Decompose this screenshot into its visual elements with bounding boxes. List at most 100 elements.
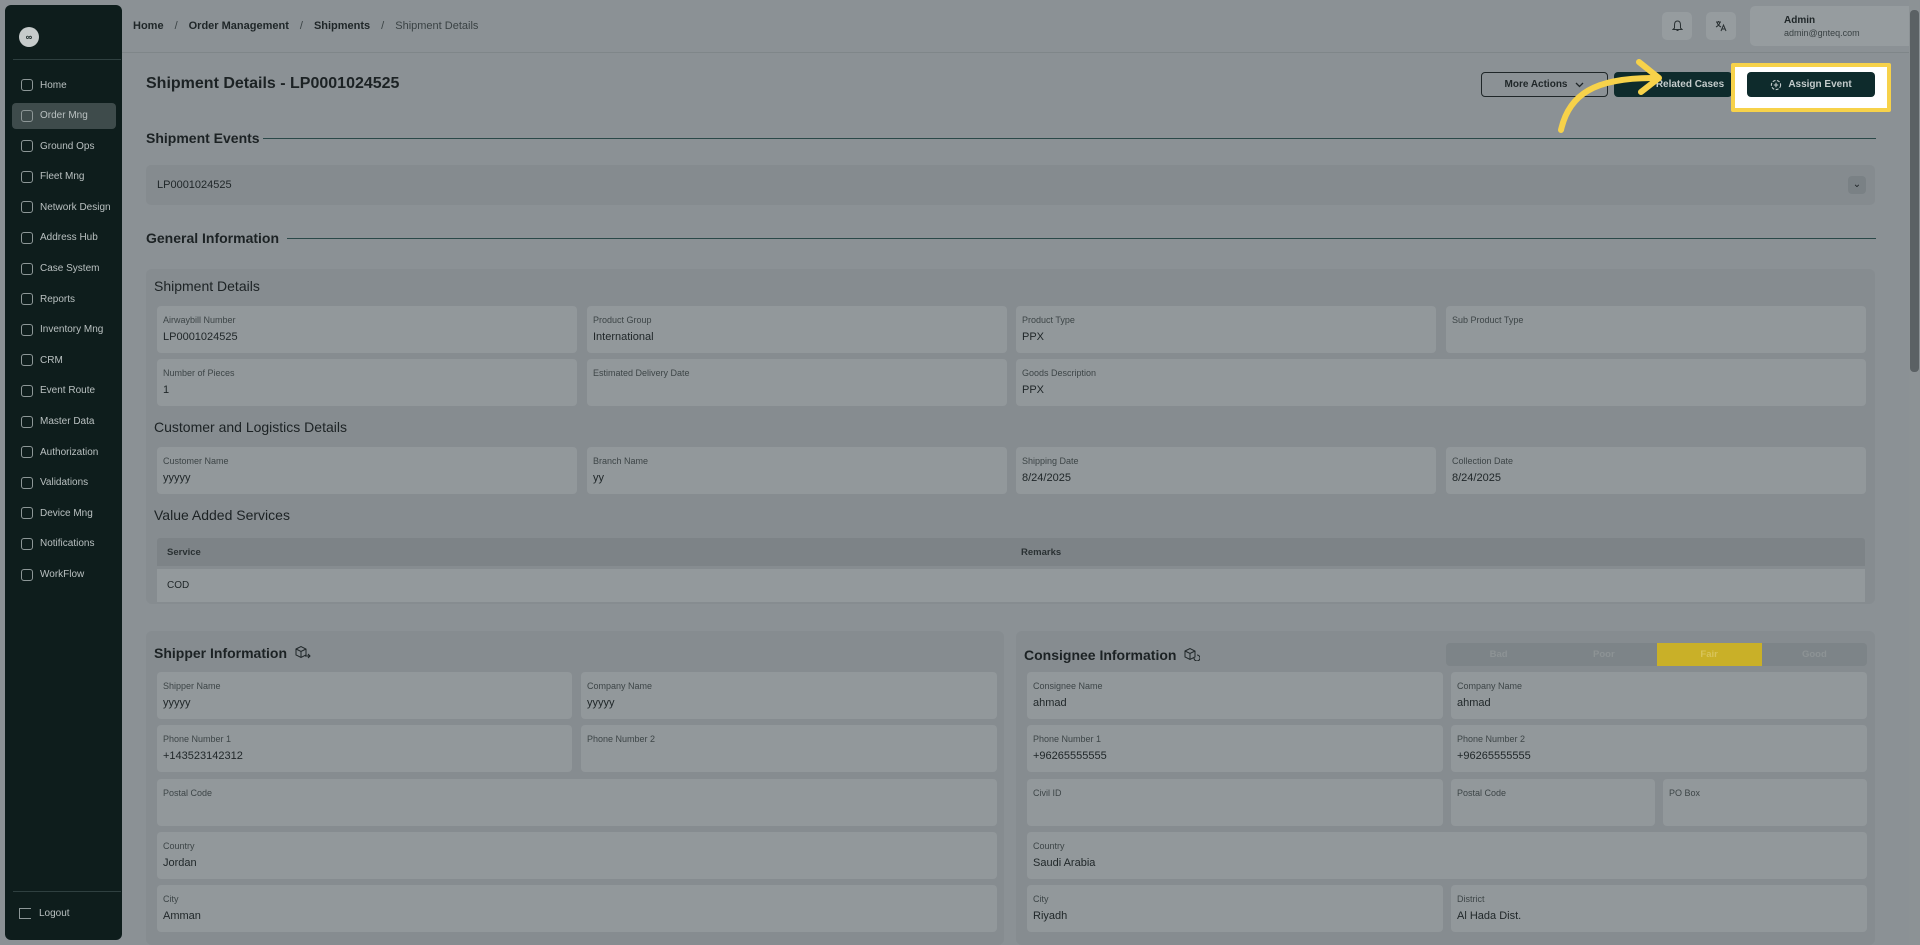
- field-value: ahmad: [1033, 697, 1067, 709]
- field-label: City: [1033, 894, 1049, 904]
- sidebar-item-icon: [21, 507, 33, 520]
- sidebar: ∞ Home Order Mng Ground Ops Fleet Mng Networ…: [5, 5, 122, 940]
- shipper-information-title: Shipper Information: [154, 645, 287, 661]
- field-value: Al Hada Dist.: [1457, 910, 1522, 922]
- sidebar-item-label: Authorization: [40, 446, 99, 458]
- sidebar-item-label: Network Design: [40, 201, 111, 213]
- breadcrumb: Home / Order Management / Shipments / Sh…: [133, 20, 478, 32]
- sidebar-item-authorization[interactable]: Authorization: [12, 439, 116, 465]
- sidebar-item-label: Order Mng: [40, 110, 88, 122]
- shipper-company-field: Company Name yyyyy: [581, 672, 997, 719]
- user-email: admin@gnteq.com: [1784, 28, 1860, 38]
- sidebar-item-label: Fleet Mng: [40, 171, 85, 183]
- consignee-city-field: City Riyadh: [1027, 885, 1443, 932]
- breadcrumb-home[interactable]: Home: [133, 20, 164, 32]
- sidebar-item-icon: [21, 79, 33, 91]
- box-arrow-icon[interactable]: [295, 645, 311, 659]
- customer-logistics-title: Customer and Logistics Details: [154, 419, 347, 435]
- logout-button[interactable]: Logout: [19, 908, 70, 919]
- assign-event-button[interactable]: Assign Event: [1747, 72, 1875, 97]
- consignee-po-box-field: PO Box: [1663, 779, 1867, 826]
- user-name: Admin: [1784, 15, 1816, 26]
- product-group-field: Product Group International: [587, 306, 1007, 353]
- sidebar-item-home[interactable]: Home: [12, 72, 116, 98]
- consignee-country-field: Country Saudi Arabia: [1027, 832, 1867, 879]
- sidebar-item-crm[interactable]: CRM: [12, 347, 116, 373]
- sidebar-item-icon: [21, 293, 33, 306]
- field-label: Civil ID: [1033, 788, 1062, 798]
- sidebar-item-address-hub[interactable]: Address Hub: [12, 225, 116, 251]
- shipping-date-field: Shipping Date 8/24/2025: [1016, 447, 1436, 494]
- sidebar-item-network-design[interactable]: Network Design: [12, 194, 116, 220]
- sidebar-divider: [13, 59, 121, 60]
- breadcrumb-order-management[interactable]: Order Management: [189, 20, 289, 32]
- sidebar-item-label: Home: [40, 79, 67, 91]
- sidebar-item-icon: [21, 384, 33, 397]
- shipper-city-field: City Amman: [157, 885, 997, 932]
- sidebar-item-icon: [21, 568, 33, 581]
- field-label: Country: [1033, 841, 1065, 851]
- chevron-down-icon[interactable]: ⌄: [1848, 176, 1866, 194]
- shipment-events-accordion[interactable]: LP0001024525 ⌄: [146, 165, 1875, 205]
- rating-fair[interactable]: Fair: [1656, 643, 1762, 666]
- breadcrumb-separator: /: [381, 20, 385, 32]
- field-label: PO Box: [1669, 788, 1701, 798]
- sidebar-item-label: Ground Ops: [40, 140, 95, 152]
- breadcrumb-current: Shipment Details: [395, 20, 479, 32]
- consignee-civil-id-field: Civil ID: [1027, 779, 1443, 826]
- sidebar-nav: Home Order Mng Ground Ops Fleet Mng Network …: [12, 72, 116, 592]
- consignee-phone1-field: Phone Number 1 +96265555555: [1027, 725, 1443, 772]
- assign-event-icon: [1771, 79, 1782, 90]
- user-menu[interactable]: Admin admin@gnteq.com: [1750, 6, 1920, 46]
- app-logo[interactable]: ∞: [19, 27, 39, 47]
- sidebar-item-notifications[interactable]: Notifications: [12, 531, 116, 557]
- sidebar-item-device-mng[interactable]: Device Mng: [12, 500, 116, 526]
- field-value: yyyyy: [587, 697, 615, 709]
- sub-product-type-field: Sub Product Type: [1446, 306, 1866, 353]
- sidebar-item-label: WorkFlow: [40, 569, 85, 580]
- sidebar-item-icon: [21, 201, 33, 214]
- section-divider: [287, 238, 1876, 239]
- vas-table-header: Service Remarks: [157, 538, 1865, 566]
- estimated-delivery-date-field: Estimated Delivery Date: [587, 359, 1007, 406]
- breadcrumb-shipments[interactable]: Shipments: [314, 20, 370, 32]
- logout-label: Logout: [39, 908, 70, 919]
- sidebar-item-event-route[interactable]: Event Route: [12, 378, 116, 404]
- sidebar-item-label: Validations: [40, 477, 89, 489]
- airwaybill-number-field: Airwaybill Number LP0001024525: [157, 306, 577, 353]
- sidebar-item-ground-ops[interactable]: Ground Ops: [12, 133, 116, 159]
- shipper-postal-code-field: Postal Code: [157, 779, 997, 826]
- sidebar-item-label: Inventory Mng: [40, 324, 104, 336]
- language-button[interactable]: [1706, 12, 1736, 40]
- sidebar-item-order-mng[interactable]: Order Mng: [12, 102, 116, 129]
- field-label: Consignee Name: [1033, 681, 1103, 691]
- sidebar-item-icon: [21, 109, 33, 122]
- field-value: Jordan: [163, 857, 197, 869]
- number-of-pieces-field: Number of Pieces 1: [157, 359, 577, 406]
- sidebar-item-icon: [21, 231, 33, 244]
- rating-bad[interactable]: Bad: [1446, 643, 1552, 666]
- consignee-phone2-field: Phone Number 2 +96265555555: [1451, 725, 1867, 772]
- field-label: Phone Number 1: [1033, 734, 1102, 744]
- scrollbar-thumb[interactable]: [1910, 10, 1919, 372]
- sidebar-item-reports[interactable]: Reports: [12, 286, 116, 312]
- box-refresh-icon[interactable]: [1184, 647, 1200, 661]
- field-label: Goods Description: [1022, 368, 1097, 378]
- shipment-details-title: Shipment Details: [154, 278, 260, 294]
- consignee-company-field: Company Name ahmad: [1451, 672, 1867, 719]
- rating-poor[interactable]: Poor: [1551, 643, 1657, 666]
- goods-description-field: Goods Description PPX: [1016, 359, 1866, 406]
- field-label: Airwaybill Number: [163, 315, 236, 325]
- notifications-button[interactable]: [1662, 12, 1692, 40]
- sidebar-item-case-system[interactable]: Case System: [12, 256, 116, 282]
- sidebar-item-inventory-mng[interactable]: Inventory Mng: [12, 317, 116, 343]
- sidebar-item-workflow[interactable]: WorkFlow: [12, 562, 116, 588]
- sidebar-item-validations[interactable]: Validations: [12, 470, 116, 496]
- field-label: Shipping Date: [1022, 456, 1079, 466]
- field-value: yyyyy: [163, 472, 191, 484]
- rating-good[interactable]: Good: [1761, 643, 1867, 666]
- sidebar-item-fleet-mng[interactable]: Fleet Mng: [12, 164, 116, 190]
- sidebar-item-master-data[interactable]: Master Data: [12, 409, 116, 435]
- consignee-rating[interactable]: Bad Poor Fair Good: [1446, 643, 1867, 666]
- field-value: PPX: [1022, 384, 1045, 396]
